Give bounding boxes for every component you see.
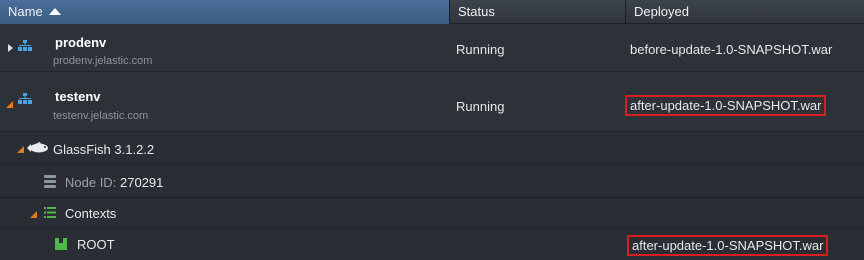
context-row-root[interactable]: ROOT after-update-1.0-SNAPSHOT.war (0, 230, 864, 260)
column-header-deployed[interactable]: Deployed (626, 0, 864, 24)
env-status: Running (456, 42, 505, 57)
node-id-label: Node ID: (65, 175, 117, 190)
env-deployed: after-update-1.0-SNAPSHOT.war (625, 95, 827, 116)
env-domain[interactable]: prodenv.jelastic.com (53, 55, 152, 67)
node-id-value: 270291 (120, 175, 164, 190)
server-row[interactable]: GlassFish 3.1.2.2 (0, 133, 864, 165)
expand-collapsed-icon[interactable] (8, 44, 13, 52)
column-header-name[interactable]: Name (0, 0, 450, 24)
env-row-prodenv[interactable]: prodenv prodenv.jelastic.com Running bef… (0, 25, 864, 72)
grid-header: Name Status Deployed (0, 0, 864, 24)
expand-expanded-icon[interactable] (6, 101, 13, 108)
contexts-row[interactable]: Contexts (0, 199, 864, 229)
context-name[interactable]: ROOT (77, 237, 115, 252)
sort-ascending-icon (48, 8, 61, 15)
glassfish-icon (27, 142, 48, 153)
contexts-label[interactable]: Contexts (65, 206, 116, 221)
env-row-testenv[interactable]: testenv testenv.jelastic.com Running aft… (0, 73, 864, 132)
node-row[interactable]: Node ID: 270291 (0, 166, 864, 198)
env-name[interactable]: testenv (55, 89, 101, 104)
expand-expanded-icon[interactable] (30, 211, 37, 218)
server-name[interactable]: GlassFish 3.1.2.2 (53, 142, 154, 157)
column-header-name-label: Name (8, 4, 43, 19)
expand-expanded-icon[interactable] (17, 146, 24, 153)
column-header-status-label: Status (458, 4, 495, 19)
context-deployed: after-update-1.0-SNAPSHOT.war (627, 235, 829, 256)
context-icon (55, 238, 67, 250)
contexts-list-icon (44, 207, 56, 218)
env-name[interactable]: prodenv (55, 35, 106, 50)
column-header-deployed-label: Deployed (634, 4, 689, 19)
column-header-status[interactable]: Status (450, 0, 626, 24)
environment-icon (18, 93, 32, 104)
env-domain[interactable]: testenv.jelastic.com (53, 110, 148, 122)
env-deployed: before-update-1.0-SNAPSHOT.war (630, 42, 833, 57)
environment-icon (18, 40, 32, 51)
node-icon (44, 175, 56, 188)
env-status: Running (456, 99, 505, 114)
